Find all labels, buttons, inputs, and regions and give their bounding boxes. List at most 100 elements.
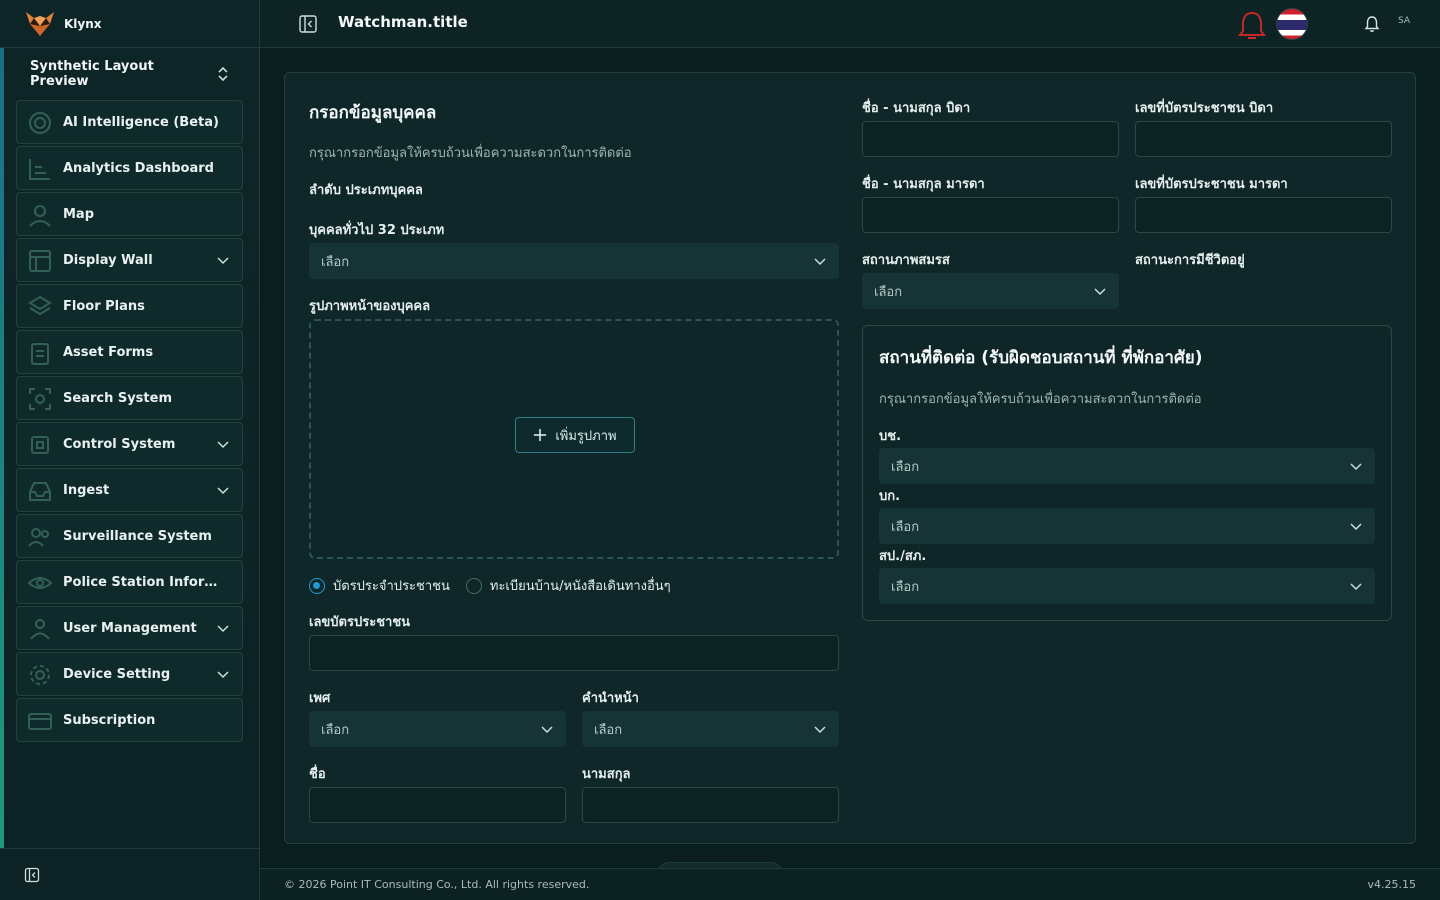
father-name-input[interactable] (862, 121, 1119, 157)
workspace-switcher[interactable]: Synthetic Layout Preview (14, 58, 244, 90)
chevron-down-icon (1094, 288, 1106, 296)
bk-select-value: เลือก (891, 519, 920, 535)
contact-subtitle: กรุณากรอกข้อมูลให้ครบถ้วนเพื่อความสะดวกใ… (879, 392, 1202, 407)
sidebar-item-label: AI Intelligence (Beta) (63, 114, 219, 130)
face-photo-label: รูปภาพหน้าของบุคคล (309, 299, 431, 314)
sidebar-item-map[interactable]: Map (16, 192, 243, 236)
bch-select[interactable]: เลือก (879, 448, 1375, 484)
page-footer: © 2026 Point IT Consulting Co., Ltd. All… (260, 868, 1440, 900)
sidebar-item-police-station-informati[interactable]: Police Station Informati... (16, 560, 243, 604)
radio-other-doc-label: ทะเบียนบ้าน/หนังสือเดินทางอื่นๆ (489, 579, 671, 594)
prefix-select-value: เลือก (594, 722, 623, 738)
marital-status-select[interactable]: เลือก (862, 273, 1119, 309)
brand[interactable]: Klynx (0, 0, 259, 48)
bk-label: บก. (879, 489, 901, 504)
sidebar-item-asset-forms[interactable]: Asset Forms (16, 330, 243, 374)
sidebar-menu: AI Intelligence (Beta) Analytics Dashboar… (16, 100, 243, 744)
photo-dropzone[interactable]: เพิ่มรูปภาพ (309, 319, 839, 559)
radio-other-doc[interactable] (465, 577, 482, 594)
sidebar-item-floor-plans[interactable]: Floor Plans (16, 284, 243, 328)
form-subtitle: กรุณากรอกข้อมูลให้ครบถ้วนเพื่อความสะดวกใ… (309, 146, 632, 161)
sidebar-item-ingest[interactable]: Ingest (16, 468, 243, 512)
mother-id-label: เลขที่บัตรประชาชน มารดา (1135, 177, 1288, 192)
sidebar-collapse-icon[interactable] (24, 867, 40, 883)
workspace-name: Synthetic Layout Preview (30, 59, 154, 89)
bk-select[interactable]: เลือก (879, 508, 1375, 544)
target-icon (29, 112, 51, 134)
brand-name: Klynx (64, 16, 102, 31)
chevron-down-icon (541, 726, 553, 734)
clipboard-icon (31, 343, 49, 365)
sidebar-item-display-wall[interactable]: Display Wall (16, 238, 243, 282)
notification-bell-icon[interactable] (1362, 14, 1382, 34)
radio-id-card[interactable] (309, 577, 325, 594)
contact-section: สถานที่ติดต่อ (รับผิดชอบสถานที่ ที่พักอา… (862, 325, 1392, 621)
person-type-order-label: ลำดับ ประเภทบุคคล (309, 183, 423, 198)
sidebar-item-label: Ingest (63, 482, 110, 498)
sidebar-item-label: Subscription (63, 712, 156, 728)
layout-icon (29, 250, 51, 272)
sidebar-item-label: Asset Forms (63, 344, 154, 360)
fox-logo-icon (26, 11, 54, 36)
add-photo-label: เพิ่มรูปภาพ (555, 428, 617, 444)
chevron-down-icon (217, 441, 229, 449)
father-id-input[interactable] (1135, 121, 1392, 157)
user-avatar[interactable]: SA (1398, 16, 1410, 26)
gender-select-value: เลือก (321, 722, 350, 738)
sidebar-item-label: User Management (63, 620, 197, 636)
document-type-radio-group: บัตรประจำประชาชน ทะเบียนบ้าน/หนังสือเดิน… (309, 575, 671, 596)
lastname-input[interactable] (582, 787, 839, 823)
sidebar-accent-strip (0, 48, 4, 848)
mother-name-input[interactable] (862, 197, 1119, 233)
sidebar-item-device-setting[interactable]: Device Setting (16, 652, 243, 696)
sidebar-item-label: Control System (63, 436, 176, 452)
father-id-label: เลขที่บัตรประชาชน บิดา (1135, 101, 1274, 116)
chevron-down-icon (814, 258, 826, 266)
alarm-bell-icon[interactable] (1236, 10, 1268, 40)
sidebar-item-label: Surveillance System (63, 528, 212, 544)
id-number-input[interactable] (309, 635, 839, 671)
gender-select[interactable]: เลือก (309, 711, 566, 747)
layers-icon (28, 295, 52, 316)
living-status-label: สถานะการมีชีวิตอยู่ (1135, 253, 1245, 268)
sidebar-item-ai-intelligence-beta[interactable]: AI Intelligence (Beta) (16, 100, 243, 144)
plus-icon (534, 429, 547, 441)
category-select-value: เลือก (321, 254, 350, 270)
users-icon (28, 528, 49, 547)
thai-flag-icon[interactable] (1276, 8, 1308, 40)
panel-toggle-icon[interactable] (298, 14, 318, 34)
id-number-label: เลขบัตรประชาชน (309, 615, 411, 630)
sidebar-item-label: Device Setting (63, 666, 171, 682)
sidebar-item-user-management[interactable]: User Management (16, 606, 243, 650)
chevron-up-down-icon (218, 66, 228, 82)
contact-title: สถานที่ติดต่อ (รับผิดชอบสถานที่ ที่พักอา… (879, 348, 1203, 368)
marital-status-select-value: เลือก (874, 284, 903, 300)
sidebar-footer (0, 848, 260, 900)
eye-icon (27, 577, 53, 589)
chevron-down-icon (217, 257, 229, 265)
page-title: Watchman.title (338, 13, 468, 31)
firstname-input[interactable] (309, 787, 566, 823)
mother-id-input[interactable] (1135, 197, 1392, 233)
bch-label: บช. (879, 429, 902, 444)
sidebar-item-label: Map (63, 206, 95, 222)
inbox-icon (29, 482, 51, 501)
sidebar-item-surveillance-system[interactable]: Surveillance System (16, 514, 243, 558)
firstname-label: ชื่อ (309, 767, 326, 782)
sidebar-item-control-system[interactable]: Control System (16, 422, 243, 466)
category-select[interactable]: เลือก (309, 243, 839, 279)
prefix-select[interactable]: เลือก (582, 711, 839, 747)
chevron-down-icon (1350, 463, 1362, 471)
sidebar-item-label: Search System (63, 390, 173, 406)
gender-label: เพศ (309, 691, 331, 706)
add-photo-button[interactable]: เพิ่มรูปภาพ (515, 417, 635, 453)
sidebar-item-label: Analytics Dashboard (63, 160, 214, 176)
sidebar-item-search-system[interactable]: Search System (16, 376, 243, 420)
bch-select-value: เลือก (891, 459, 920, 475)
sp-select[interactable]: เลือก (879, 568, 1375, 604)
chevron-down-icon (217, 671, 229, 679)
sidebar-item-subscription[interactable]: Subscription (16, 698, 243, 742)
sidebar-item-analytics-dashboard[interactable]: Analytics Dashboard (16, 146, 243, 190)
map-pin-icon (29, 205, 51, 227)
prefix-label: คำนำหน้า (582, 691, 639, 706)
